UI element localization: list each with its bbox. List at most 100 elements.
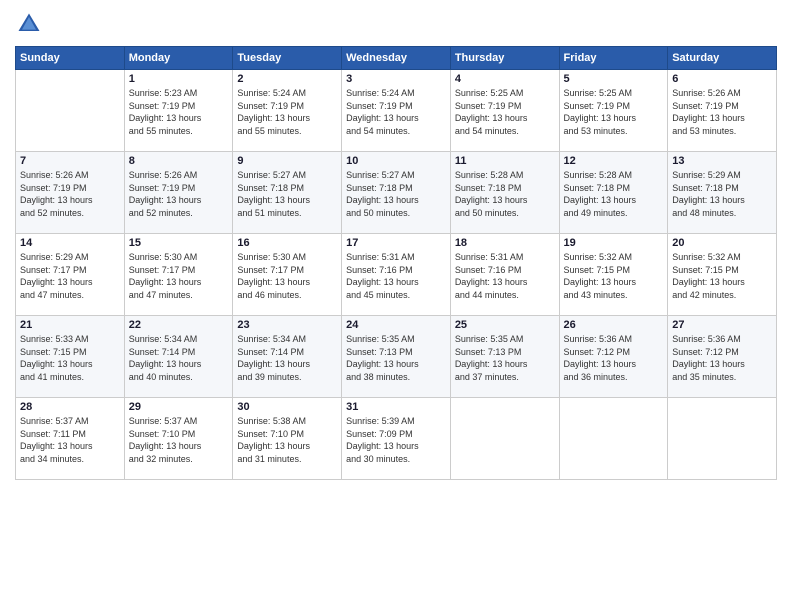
calendar-table: SundayMondayTuesdayWednesdayThursdayFrid… (15, 46, 777, 480)
day-info: Sunrise: 5:32 AMSunset: 7:15 PMDaylight:… (564, 251, 664, 301)
day-info: Sunrise: 5:37 AMSunset: 7:11 PMDaylight:… (20, 415, 120, 465)
calendar-cell: 20 Sunrise: 5:32 AMSunset: 7:15 PMDayligh… (668, 234, 777, 316)
calendar-header-row: SundayMondayTuesdayWednesdayThursdayFrid… (16, 47, 777, 70)
calendar-cell: 3 Sunrise: 5:24 AMSunset: 7:19 PMDaylight… (342, 70, 451, 152)
day-number: 17 (346, 237, 446, 249)
day-number: 23 (237, 319, 337, 331)
day-info: Sunrise: 5:34 AMSunset: 7:14 PMDaylight:… (237, 333, 337, 383)
weekday-header: Sunday (16, 47, 125, 70)
calendar-week-row: 14Sunrise: 5:29 AMSunset: 7:17 PMDayligh… (16, 234, 777, 316)
calendar-cell: 21 Sunrise: 5:33 AMSunset: 7:15 PMDayligh… (16, 316, 125, 398)
calendar-cell (450, 398, 559, 480)
weekday-header: Monday (124, 47, 233, 70)
day-number: 5 (564, 73, 664, 85)
calendar-cell: 19 Sunrise: 5:32 AMSunset: 7:15 PMDayligh… (559, 234, 668, 316)
calendar-cell: 10 Sunrise: 5:27 AMSunset: 7:18 PMDayligh… (342, 152, 451, 234)
calendar-week-row: 21 Sunrise: 5:33 AMSunset: 7:15 PMDayligh… (16, 316, 777, 398)
day-info: Sunrise: 5:32 AMSunset: 7:15 PMDaylight:… (672, 251, 772, 301)
day-info: Sunrise: 5:34 AMSunset: 7:14 PMDaylight:… (129, 333, 229, 383)
page-header (15, 10, 777, 38)
day-info: Sunrise: 5:37 AMSunset: 7:10 PMDaylight:… (129, 415, 229, 465)
day-info: Sunrise: 5:27 AMSunset: 7:18 PMDaylight:… (237, 169, 337, 219)
day-info: Sunrise: 5:28 AMSunset: 7:18 PMDaylight:… (564, 169, 664, 219)
day-info: Sunrise: 5:30 AMSunset: 7:17 PMDaylight:… (129, 251, 229, 301)
day-number: 12 (564, 155, 664, 167)
calendar-cell: 28 Sunrise: 5:37 AMSunset: 7:11 PMDayligh… (16, 398, 125, 480)
day-number: 4 (455, 73, 555, 85)
calendar-cell: 23 Sunrise: 5:34 AMSunset: 7:14 PMDayligh… (233, 316, 342, 398)
calendar-cell: 7 Sunrise: 5:26 AMSunset: 7:19 PMDaylight… (16, 152, 125, 234)
weekday-header: Friday (559, 47, 668, 70)
day-info: Sunrise: 5:28 AMSunset: 7:18 PMDaylight:… (455, 169, 555, 219)
day-info: Sunrise: 5:26 AMSunset: 7:19 PMDaylight:… (129, 169, 229, 219)
calendar-cell: 29 Sunrise: 5:37 AMSunset: 7:10 PMDayligh… (124, 398, 233, 480)
day-info: Sunrise: 5:23 AMSunset: 7:19 PMDaylight:… (129, 87, 229, 137)
day-number: 21 (20, 319, 120, 331)
day-info: Sunrise: 5:33 AMSunset: 7:15 PMDaylight:… (20, 333, 120, 383)
day-number: 11 (455, 155, 555, 167)
calendar-cell: 31 Sunrise: 5:39 AMSunset: 7:09 PMDayligh… (342, 398, 451, 480)
day-info: Sunrise: 5:30 AMSunset: 7:17 PMDaylight:… (237, 251, 337, 301)
day-number: 19 (564, 237, 664, 249)
day-number: 20 (672, 237, 772, 249)
day-number: 22 (129, 319, 229, 331)
day-number: 7 (20, 155, 120, 167)
calendar-cell: 2 Sunrise: 5:24 AMSunset: 7:19 PMDaylight… (233, 70, 342, 152)
day-info: Sunrise: 5:26 AMSunset: 7:19 PMDaylight:… (20, 169, 120, 219)
calendar-cell: 8 Sunrise: 5:26 AMSunset: 7:19 PMDaylight… (124, 152, 233, 234)
calendar-cell: 18 Sunrise: 5:31 AMSunset: 7:16 PMDayligh… (450, 234, 559, 316)
calendar-cell: 17 Sunrise: 5:31 AMSunset: 7:16 PMDayligh… (342, 234, 451, 316)
day-info: Sunrise: 5:31 AMSunset: 7:16 PMDaylight:… (346, 251, 446, 301)
day-number: 8 (129, 155, 229, 167)
day-info: Sunrise: 5:24 AMSunset: 7:19 PMDaylight:… (237, 87, 337, 137)
day-number: 30 (237, 401, 337, 413)
day-number: 18 (455, 237, 555, 249)
day-number: 9 (237, 155, 337, 167)
day-number: 6 (672, 73, 772, 85)
day-number: 24 (346, 319, 446, 331)
logo-icon (15, 10, 43, 38)
calendar-cell: 4 Sunrise: 5:25 AMSunset: 7:19 PMDaylight… (450, 70, 559, 152)
logo (15, 10, 47, 38)
calendar-cell: 16 Sunrise: 5:30 AMSunset: 7:17 PMDayligh… (233, 234, 342, 316)
calendar-cell: 30 Sunrise: 5:38 AMSunset: 7:10 PMDayligh… (233, 398, 342, 480)
weekday-header: Wednesday (342, 47, 451, 70)
day-info: Sunrise: 5:31 AMSunset: 7:16 PMDaylight:… (455, 251, 555, 301)
day-info: Sunrise: 5:26 AMSunset: 7:19 PMDaylight:… (672, 87, 772, 137)
calendar-cell: 22 Sunrise: 5:34 AMSunset: 7:14 PMDayligh… (124, 316, 233, 398)
calendar-week-row: 1 Sunrise: 5:23 AMSunset: 7:19 PMDaylight… (16, 70, 777, 152)
day-number: 25 (455, 319, 555, 331)
calendar-cell: 25 Sunrise: 5:35 AMSunset: 7:13 PMDayligh… (450, 316, 559, 398)
day-number: 27 (672, 319, 772, 331)
day-info: Sunrise: 5:35 AMSunset: 7:13 PMDaylight:… (455, 333, 555, 383)
day-info: Sunrise: 5:24 AMSunset: 7:19 PMDaylight:… (346, 87, 446, 137)
day-number: 28 (20, 401, 120, 413)
day-number: 16 (237, 237, 337, 249)
day-number: 13 (672, 155, 772, 167)
calendar-cell: 5Sunrise: 5:25 AMSunset: 7:19 PMDaylight… (559, 70, 668, 152)
day-number: 3 (346, 73, 446, 85)
calendar-cell: 14Sunrise: 5:29 AMSunset: 7:17 PMDayligh… (16, 234, 125, 316)
day-number: 10 (346, 155, 446, 167)
day-number: 31 (346, 401, 446, 413)
calendar-cell: 9 Sunrise: 5:27 AMSunset: 7:18 PMDaylight… (233, 152, 342, 234)
day-info: Sunrise: 5:27 AMSunset: 7:18 PMDaylight:… (346, 169, 446, 219)
day-info: Sunrise: 5:25 AMSunset: 7:19 PMDaylight:… (455, 87, 555, 137)
day-info: Sunrise: 5:39 AMSunset: 7:09 PMDaylight:… (346, 415, 446, 465)
calendar-cell: 26Sunrise: 5:36 AMSunset: 7:12 PMDayligh… (559, 316, 668, 398)
calendar-cell: 1 Sunrise: 5:23 AMSunset: 7:19 PMDaylight… (124, 70, 233, 152)
day-number: 2 (237, 73, 337, 85)
calendar-week-row: 7 Sunrise: 5:26 AMSunset: 7:19 PMDaylight… (16, 152, 777, 234)
calendar-week-row: 28 Sunrise: 5:37 AMSunset: 7:11 PMDayligh… (16, 398, 777, 480)
day-info: Sunrise: 5:35 AMSunset: 7:13 PMDaylight:… (346, 333, 446, 383)
day-number: 29 (129, 401, 229, 413)
day-info: Sunrise: 5:38 AMSunset: 7:10 PMDaylight:… (237, 415, 337, 465)
calendar-cell: 6 Sunrise: 5:26 AMSunset: 7:19 PMDaylight… (668, 70, 777, 152)
calendar-cell (16, 70, 125, 152)
calendar-cell (559, 398, 668, 480)
calendar-cell: 11 Sunrise: 5:28 AMSunset: 7:18 PMDayligh… (450, 152, 559, 234)
day-number: 26 (564, 319, 664, 331)
day-number: 1 (129, 73, 229, 85)
calendar-cell: 27 Sunrise: 5:36 AMSunset: 7:12 PMDayligh… (668, 316, 777, 398)
day-info: Sunrise: 5:36 AMSunset: 7:12 PMDaylight:… (672, 333, 772, 383)
